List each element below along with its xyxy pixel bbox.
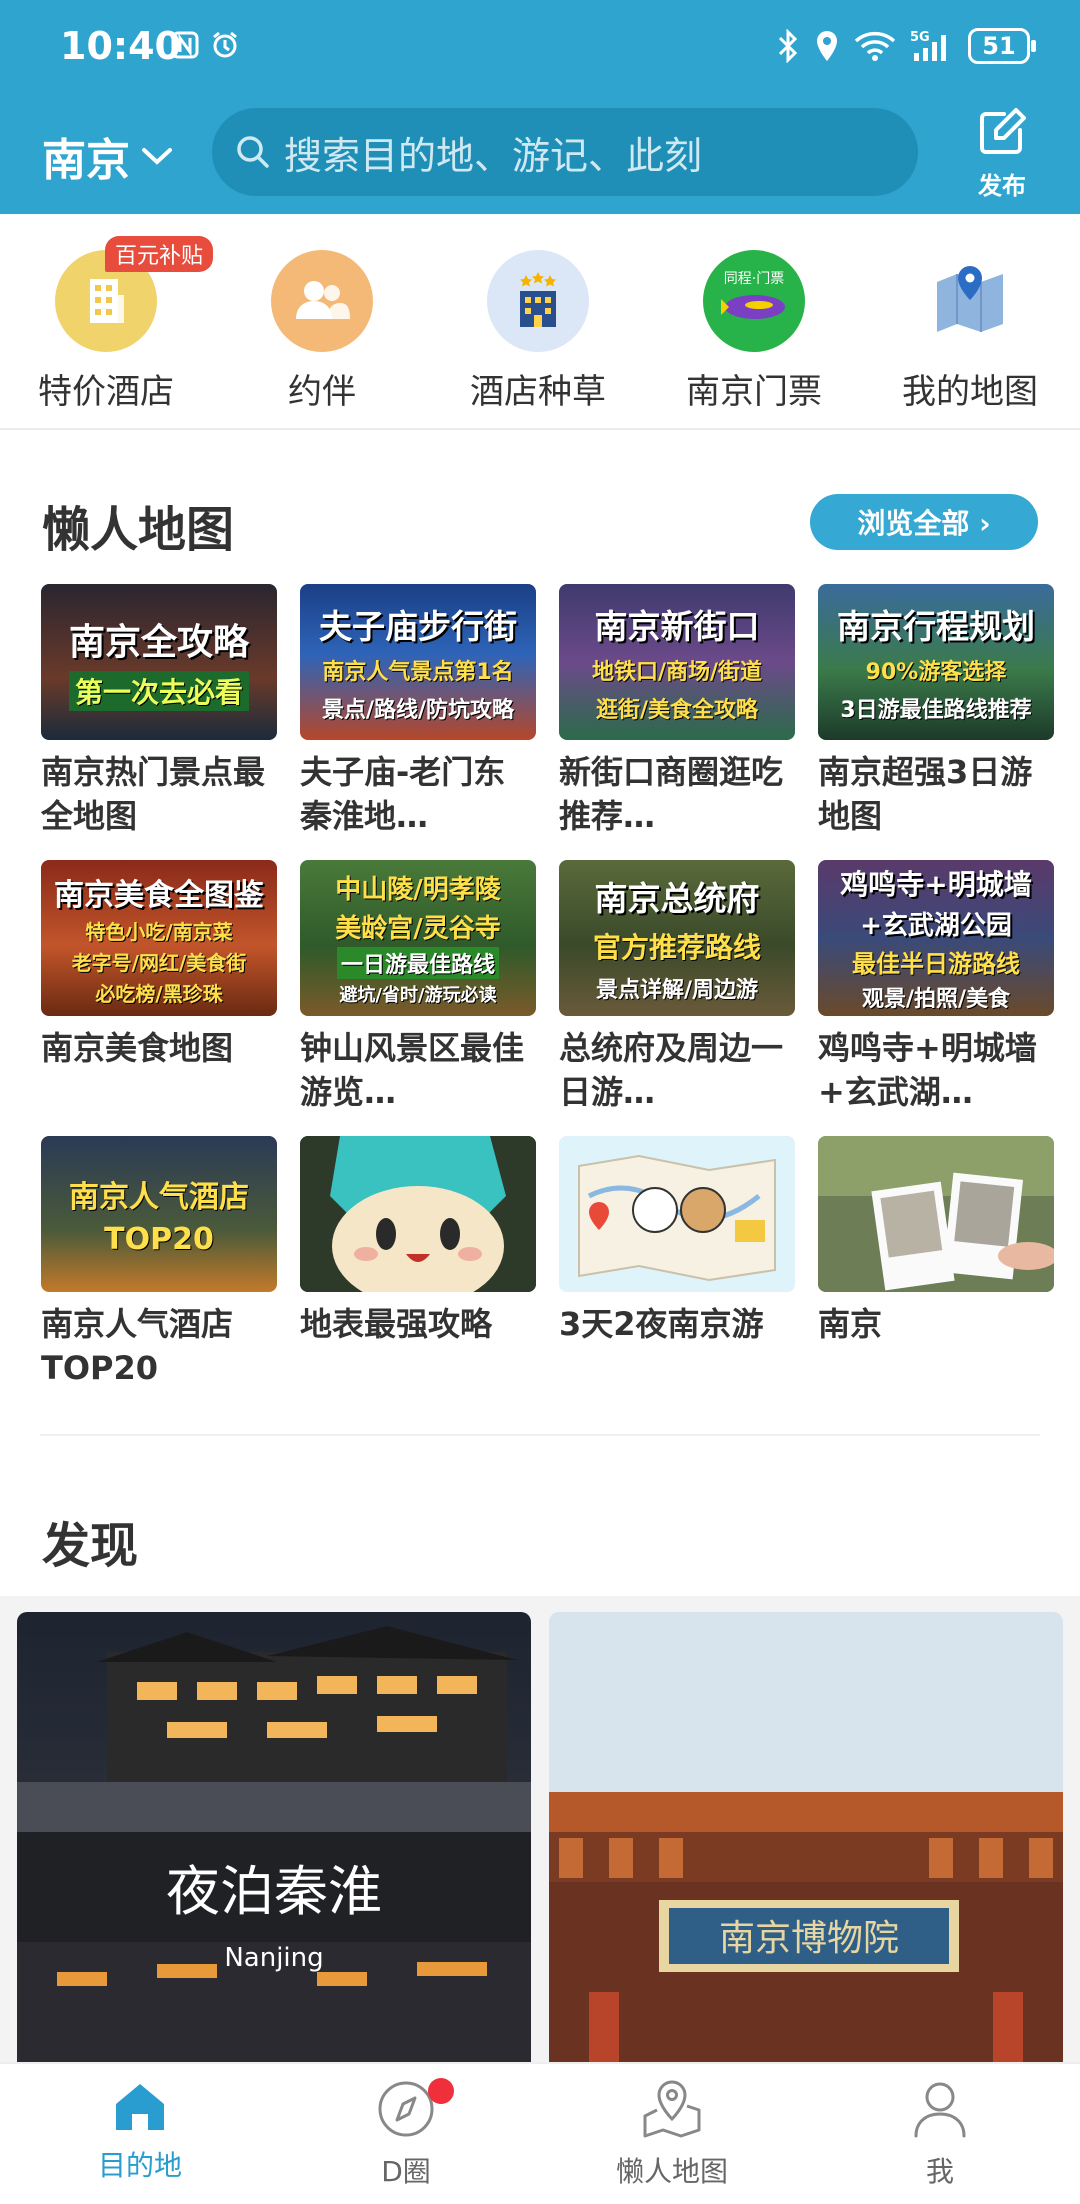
map-card-title: 南京超强3日游地图 [818, 753, 1033, 835]
map-thumbnail: 南京行程规划 90%游客选择 3日游最佳路线推荐 [818, 584, 1054, 740]
category-bar: 百元补贴 特价酒店 约伴 酒店种草 同程·门票 南京门票 我的地图 [0, 214, 1080, 430]
svg-text:南京博物院: 南京博物院 [719, 1918, 899, 1959]
search-placeholder: 搜索目的地、游记、此刻 [284, 133, 703, 178]
map-thumbnail: 中山陵/明孝陵 美龄宫/灵谷寺 一日游最佳路线 避坑/省时/游玩必读 [300, 860, 536, 1016]
nanjing-museum-image: 南京博物院 [549, 1612, 1063, 2062]
category-label: 南京门票 [686, 372, 822, 412]
qinhuai-night-image: 夜泊秦淮 Nanjing [17, 1612, 531, 2062]
companions-icon [271, 250, 373, 352]
map-thumbnail: 南京人气酒店 TOP20 [41, 1136, 277, 1292]
map-card-nanjing[interactable]: 南京 [818, 1136, 1054, 1346]
category-label: 特价酒店 [38, 372, 174, 412]
map-thumbnail [300, 1136, 536, 1292]
city-selector[interactable]: 南京 [42, 124, 176, 188]
home-icon [116, 2084, 164, 2130]
map-card-fuzimiao[interactable]: 夫子庙步行街 南京人气景点第1名 景点/路线/防坑攻略 夫子庙-老门东秦淮地… [300, 584, 536, 838]
map-card-food[interactable]: 南京美食全图鉴 特色小吃/南京菜 老字号/网红/美食街 必吃榜/黑珍珠 南京美食… [41, 860, 277, 1070]
status-bar: 10:40 5G 51 [0, 18, 1080, 74]
map-card-3day-plan[interactable]: 南京行程规划 90%游客选择 3日游最佳路线推荐 南京超强3日游地图 [818, 584, 1054, 838]
map-card-jimingsi[interactable]: 鸡鸣寺+明城墙 +玄武湖公园 最佳半日游路线 观景/拍照/美食 鸡鸣寺+明城墙+… [818, 860, 1054, 1114]
map-location-icon [643, 2080, 701, 2138]
map-thumbnail: 南京新街口 地铁口/商场/街道 逛街/美食全攻略 [559, 584, 795, 740]
map-card-title: 钟山风景区最佳游览… [300, 1029, 525, 1111]
svg-text:夜泊秦淮: 夜泊秦淮 [166, 1860, 382, 1923]
map-card-title: 南京人气酒店TOP20 [41, 1305, 234, 1387]
photo-polaroid-image [818, 1136, 1054, 1292]
map-card-strongest-guide[interactable]: 地表最强攻略 [300, 1136, 536, 1346]
search-input[interactable]: 搜索目的地、游记、此刻 [212, 108, 918, 196]
map-card-title: 3天2夜南京游 [559, 1305, 764, 1343]
search-icon [237, 136, 269, 168]
nav-me[interactable]: 我 [840, 2078, 1040, 2190]
ticket-airship-icon: 同程·门票 [703, 250, 805, 352]
notification-dot [428, 2078, 454, 2104]
map-card-title: 鸡鸣寺+明城墙+玄武湖… [818, 1029, 1037, 1111]
map-card-3days2nights[interactable]: 3天2夜南京游 [559, 1136, 795, 1346]
map-card-title: 新街口商圈逛吃推荐… [559, 753, 784, 835]
map-thumbnail [818, 1136, 1054, 1292]
map-card-presidential-palace[interactable]: 南京总统府 官方推荐路线 景点详解/周边游 总统府及周边一日游… [559, 860, 795, 1114]
top-header: 10:40 5G 51 南京 搜索目的地、游记、此刻 发布 [0, 0, 1080, 214]
map-pin-icon [919, 250, 1021, 352]
discover-title: 发现 [42, 1518, 139, 1574]
map-thumbnail [559, 1136, 795, 1292]
hotel-building-icon: 百元补贴 [55, 236, 214, 352]
map-card-hotels-top20[interactable]: 南京人气酒店 TOP20 南京人气酒店TOP20 [41, 1136, 277, 1390]
category-hotel-recommend[interactable]: 酒店种草 [448, 250, 628, 413]
hotel-stars-icon [487, 250, 589, 352]
map-thumbnail: 南京总统府 官方推荐路线 景点详解/周边游 [559, 860, 795, 1016]
status-time: 10:40 [60, 24, 181, 68]
browse-all-button[interactable]: 浏览全部 › [810, 494, 1038, 550]
category-label: 我的地图 [902, 372, 1038, 412]
map-card-zhongshan[interactable]: 中山陵/明孝陵 美龄宫/灵谷寺 一日游最佳路线 避坑/省时/游玩必读 钟山风景区… [300, 860, 536, 1114]
user-icon [914, 2082, 966, 2138]
map-thumbnail: 鸡鸣寺+明城墙 +玄武湖公园 最佳半日游路线 观景/拍照/美食 [818, 860, 1054, 1016]
nfc-icon [171, 31, 199, 59]
alarm-icon [213, 31, 237, 58]
bluetooth-icon [778, 29, 798, 63]
nav-lazy-map[interactable]: 懒人地图 [572, 2078, 772, 2190]
category-label: 酒店种草 [470, 372, 606, 412]
svg-text:5G: 5G [910, 30, 930, 45]
city-label: 南京 [42, 135, 130, 186]
category-nanjing-tickets[interactable]: 同程·门票 南京门票 [664, 250, 844, 413]
map-card-xinjiekou[interactable]: 南京新街口 地铁口/商场/街道 逛街/美食全攻略 新街口商圈逛吃推荐… [559, 584, 795, 838]
map-card-title: 夫子庙-老门东秦淮地… [300, 753, 506, 835]
subsidy-badge: 百元补贴 [105, 236, 214, 272]
nav-d-circle[interactable]: D圈 [306, 2078, 506, 2190]
map-thumbnail: 南京全攻略 第一次去必看 [41, 584, 277, 740]
category-special-hotel[interactable]: 百元补贴 特价酒店 [16, 236, 214, 413]
chevron-down-icon [142, 148, 172, 165]
bottom-navigation: 目的地 D圈 懒人地图 我 [0, 2062, 1080, 2204]
publish-button[interactable]: 发布 [970, 104, 1034, 201]
svg-text:Nanjing: Nanjing [224, 1943, 323, 1973]
svg-text:同程·门票: 同程·门票 [724, 271, 784, 287]
map-card-title: 总统府及周边一日游… [559, 1029, 784, 1111]
map-card-title: 地表最强攻略 [300, 1305, 493, 1343]
publish-label: 发布 [978, 172, 1026, 200]
discover-card-qinhuai[interactable]: 夜泊秦淮 Nanjing [17, 1612, 531, 2062]
map-card-title: 南京 [818, 1305, 883, 1343]
edit-icon [980, 108, 1026, 154]
map-card-title: 南京美食地图 [41, 1029, 234, 1067]
plush-toy-image [300, 1136, 536, 1292]
wifi-icon [854, 31, 896, 61]
section-divider [40, 1434, 1040, 1436]
category-my-map[interactable]: 我的地图 [880, 250, 1060, 413]
signal-5g-icon: 5G [910, 30, 946, 61]
category-label: 约伴 [288, 372, 356, 412]
discover-card-museum[interactable]: 南京博物院 [549, 1612, 1063, 2062]
map-thumbnail: 夫子庙步行街 南京人气景点第1名 景点/路线/防坑攻略 [300, 584, 536, 740]
lazy-map-title: 懒人地图 [42, 502, 235, 558]
location-icon [817, 31, 837, 61]
battery-indicator: 51 [968, 28, 1036, 64]
nav-destination[interactable]: 目的地 [40, 2078, 240, 2184]
map-illustration-image [559, 1136, 795, 1292]
category-companions[interactable]: 约伴 [232, 250, 412, 413]
map-card-nanjing-hot[interactable]: 南京全攻略 第一次去必看 南京热门景点最全地图 [41, 584, 277, 838]
map-card-title: 南京热门景点最全地图 [41, 753, 266, 835]
map-thumbnail: 南京美食全图鉴 特色小吃/南京菜 老字号/网红/美食街 必吃榜/黑珍珠 [41, 860, 277, 1016]
